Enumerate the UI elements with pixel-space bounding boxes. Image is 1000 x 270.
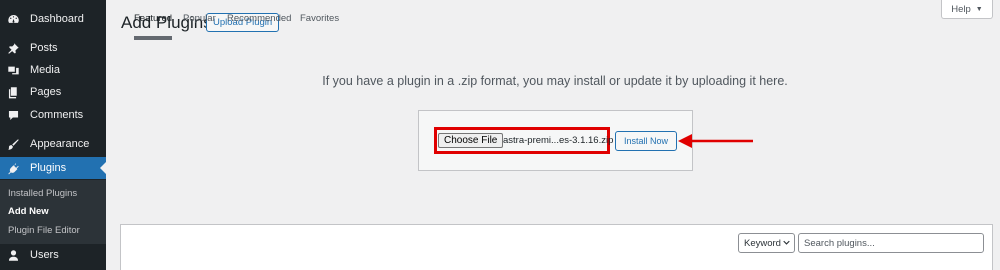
pages-icon: [6, 85, 20, 99]
upload-description: If you have a plugin in a .zip format, y…: [322, 74, 788, 88]
sidebar-item-appearance[interactable]: Appearance: [0, 133, 106, 155]
sidebar-item-label: Appearance: [30, 138, 90, 150]
search-type-select[interactable]: Keyword: [738, 233, 795, 253]
sidebar-item-label: Plugins: [30, 162, 67, 174]
submenu-add-new[interactable]: Add New: [8, 206, 49, 217]
submenu-plugin-file-editor[interactable]: Plugin File Editor: [8, 225, 80, 236]
tab-favorites[interactable]: Favorites: [300, 13, 339, 35]
sidebar-item-label: Users: [30, 249, 59, 261]
media-icon: [6, 63, 20, 77]
dashboard-icon: [6, 12, 20, 26]
sidebar-item-dashboard[interactable]: Dashboard: [0, 8, 106, 30]
sidebar-item-pages[interactable]: Pages: [0, 81, 106, 103]
sidebar-item-label: Pages: [30, 86, 62, 98]
tab-featured[interactable]: Featured: [134, 13, 173, 40]
sidebar-item-posts[interactable]: Posts: [0, 37, 106, 59]
caret-down-icon: ▼: [975, 5, 983, 13]
comment-icon: [6, 108, 20, 122]
help-tab-button[interactable]: Help ▼: [941, 0, 993, 19]
chevron-down-icon: [783, 240, 790, 245]
sidebar-item-label: Dashboard: [30, 13, 84, 25]
sidebar-item-label: Posts: [30, 42, 58, 54]
search-plugins-input[interactable]: [798, 233, 984, 253]
selected-file-name: astra-premi...es-3.1.16.zip: [503, 135, 614, 146]
arrow-left-icon: [678, 134, 753, 148]
sidebar-item-plugins[interactable]: Plugins: [0, 157, 106, 179]
install-now-button[interactable]: Install Now: [615, 131, 678, 151]
submenu-installed-plugins[interactable]: Installed Plugins: [8, 188, 77, 199]
paintbrush-icon: [6, 137, 20, 151]
user-icon: [6, 248, 20, 262]
help-label: Help: [951, 3, 971, 15]
tab-recommended[interactable]: Recommended: [227, 13, 291, 35]
tab-popular[interactable]: Popular: [183, 13, 216, 35]
pin-icon: [6, 41, 20, 55]
sidebar-item-users[interactable]: Users: [0, 244, 106, 266]
sidebar-item-media[interactable]: Media: [0, 59, 106, 81]
choose-file-button[interactable]: Choose File: [438, 133, 504, 148]
sidebar-item-label: Media: [30, 64, 60, 76]
search-type-value: Keyword: [744, 237, 781, 249]
sidebar-item-comments[interactable]: Comments: [0, 104, 106, 126]
sidebar-item-label: Comments: [30, 109, 84, 121]
plugin-icon: [6, 161, 20, 175]
